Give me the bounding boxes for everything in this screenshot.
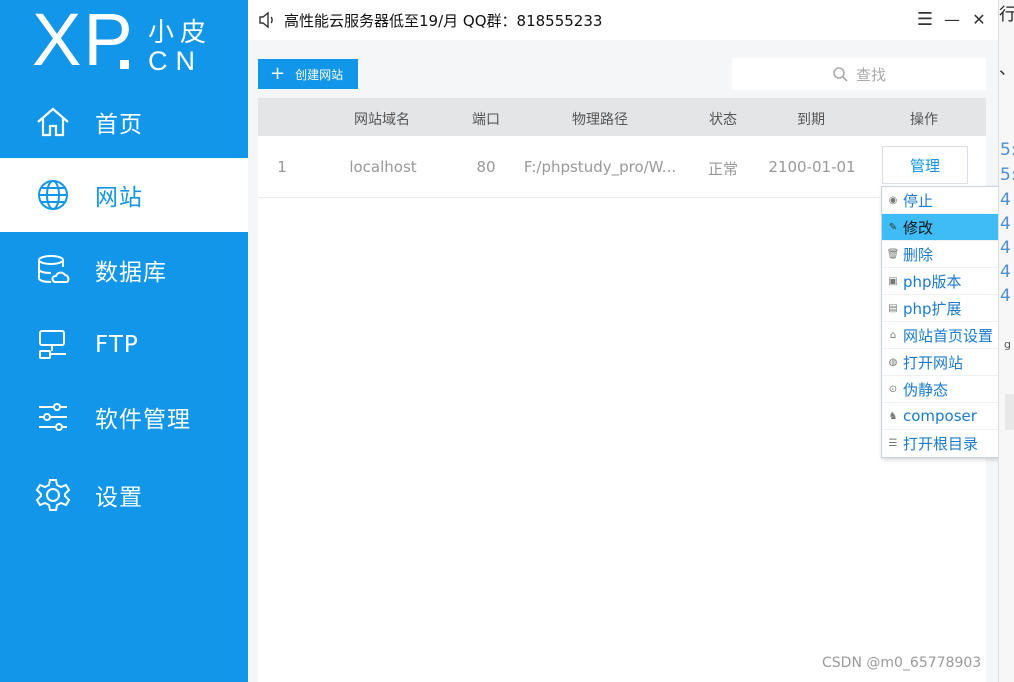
sidebar-item-label: 网站 — [95, 185, 143, 211]
background-text: g — [1004, 338, 1011, 351]
menu-item-rewrite[interactable]: ⊙ 伪静态 — [882, 376, 1008, 403]
row-port: 80 — [476, 158, 496, 176]
background-text: 4 — [1000, 214, 1011, 234]
menu-item-composer[interactable]: ♞ composer — [882, 403, 1008, 430]
rewrite-icon: ⊙ — [888, 383, 898, 395]
website-table: 网站域名 端口 物理路径 状态 到期 操作 1 localhost 80 F:/… — [258, 98, 986, 682]
notice-text: 高性能云服务器低至19/月 QQ群：818555233 — [284, 12, 603, 30]
menu-item-php-extension[interactable]: ▤ php扩展 — [882, 295, 1008, 322]
logo-dot — [120, 60, 129, 69]
logo-cn-bottom: CN — [148, 46, 203, 76]
globe-icon: ◍ — [888, 356, 898, 368]
menu-item-label: php扩展 — [903, 299, 962, 318]
background-text: 5:4 — [1000, 165, 1014, 185]
stop-icon: ◉ — [888, 194, 898, 206]
sidebar-item-label: 软件管理 — [95, 407, 191, 433]
background-text: 4 — [1000, 238, 1011, 258]
watermark: CSDN @m0_65778903 — [822, 655, 982, 671]
menu-item-homepage-settings[interactable]: ⌂ 网站首页设置 — [882, 322, 1008, 349]
ftp-icon — [33, 325, 73, 365]
sidebar-item-software[interactable]: 软件管理 — [0, 380, 248, 454]
column-header: 操作 — [910, 112, 938, 128]
menu-item-open-root[interactable]: ☰ 打开根目录 — [882, 430, 1008, 457]
column-header: 到期 — [797, 112, 825, 128]
row-path: F:/phpstudy_pro/W... — [523, 158, 677, 176]
background-text: 5:5 — [1000, 140, 1014, 160]
home-icon — [33, 102, 73, 142]
php-extension-icon: ▤ — [888, 302, 898, 314]
menu-item-stop[interactable]: ◉ 停止 — [882, 187, 1008, 214]
sidebar-item-label: FTP — [95, 332, 139, 358]
background-window-edge: 行 、 5:5 5:4 4 4 4 4 4 g — [998, 0, 1014, 682]
menu-item-label: 打开网站 — [903, 353, 964, 372]
pencil-icon: ✎ — [888, 221, 898, 233]
menu-item-label: 修改 — [903, 218, 934, 237]
search-input[interactable]: 查找 — [732, 58, 986, 90]
sidebar-item-settings[interactable]: 设置 — [0, 458, 248, 532]
sidebar-item-website[interactable]: 网站 — [0, 158, 248, 232]
list-icon: ☰ — [888, 438, 898, 449]
sidebar-item-database[interactable]: 数据库 — [0, 233, 248, 307]
home-icon: ⌂ — [889, 329, 897, 341]
column-header: 状态 — [709, 112, 737, 128]
menu-item-delete[interactable]: 🗑 删除 — [882, 241, 1008, 268]
table-header: 网站域名 端口 物理路径 状态 到期 操作 — [258, 98, 986, 136]
menu-item-label: 打开根目录 — [903, 435, 979, 453]
database-icon — [33, 250, 73, 290]
menu-item-edit[interactable]: ✎ 修改 — [882, 214, 1008, 241]
background-text: 、 — [999, 54, 1014, 79]
background-text: 行 — [999, 5, 1014, 25]
sidebar-item-label: 设置 — [95, 485, 143, 511]
window-edge-line — [998, 0, 999, 682]
menu-item-label: composer — [903, 407, 977, 425]
column-header: 端口 — [472, 112, 500, 128]
row-domain: localhost — [349, 158, 417, 176]
sliders-icon — [33, 397, 73, 437]
manage-button[interactable]: 管理 — [882, 146, 968, 184]
background-block — [1005, 394, 1014, 430]
menu-item-label: 停止 — [903, 191, 934, 210]
close-button[interactable]: ✕ — [970, 10, 988, 29]
column-header: 网站域名 — [354, 112, 410, 128]
sidebar-item-home[interactable]: 首页 — [0, 85, 248, 159]
search-placeholder: 查找 — [855, 65, 886, 84]
speaker-icon — [258, 11, 276, 29]
row-expiry: 2100-01-01 — [768, 158, 856, 176]
logo-cn-top: 小皮 — [148, 18, 213, 48]
globe-icon — [33, 175, 73, 215]
menu-button[interactable]: ☰ — [916, 9, 934, 30]
background-text: 4 — [1000, 286, 1011, 306]
trash-icon: 🗑 — [886, 248, 900, 260]
php-version-icon: ▣ — [888, 275, 898, 287]
title-bar: 高性能云服务器低至19/月 QQ群：818555233 ☰ — ✕ — [248, 0, 998, 40]
background-text: 4 — [1000, 190, 1011, 210]
row-status: 正常 — [707, 160, 738, 178]
sidebar-item-ftp[interactable]: FTP — [0, 308, 248, 382]
background-text: 4 — [1000, 262, 1011, 282]
logo: XP 小皮 CN — [32, 2, 232, 80]
sidebar-item-label: 首页 — [95, 112, 143, 138]
menu-item-label: 删除 — [903, 245, 934, 264]
menu-item-label: php版本 — [903, 272, 962, 291]
menu-item-label: 网站首页设置 — [903, 326, 994, 345]
sidebar: XP 小皮 CN 首页 网站 数据库 FTP 软件管理 设置 — [0, 0, 248, 682]
table-row[interactable]: 1 localhost 80 F:/phpstudy_pro/W... 正常 2… — [258, 136, 986, 198]
menu-item-open-website[interactable]: ◍ 打开网站 — [882, 349, 1008, 376]
create-website-label: 创建网站 — [295, 67, 344, 82]
row-index: 1 — [277, 158, 287, 176]
create-website-button[interactable]: + 创建网站 — [258, 59, 358, 89]
composer-icon: ♞ — [888, 410, 898, 422]
search-icon — [833, 67, 848, 82]
minimize-button[interactable]: — — [943, 10, 961, 29]
plus-icon: + — [270, 63, 286, 84]
column-header: 物理路径 — [572, 112, 628, 128]
gear-icon — [33, 475, 73, 515]
sidebar-item-label: 数据库 — [95, 260, 167, 286]
menu-item-php-version[interactable]: ▣ php版本 — [882, 268, 1008, 295]
manage-dropdown-menu: ◉ 停止 ✎ 修改 🗑 删除 ▣ php版本 ▤ php扩展 ⌂ 网站首页设置 … — [881, 186, 1009, 458]
menu-item-label: 伪静态 — [903, 380, 949, 399]
